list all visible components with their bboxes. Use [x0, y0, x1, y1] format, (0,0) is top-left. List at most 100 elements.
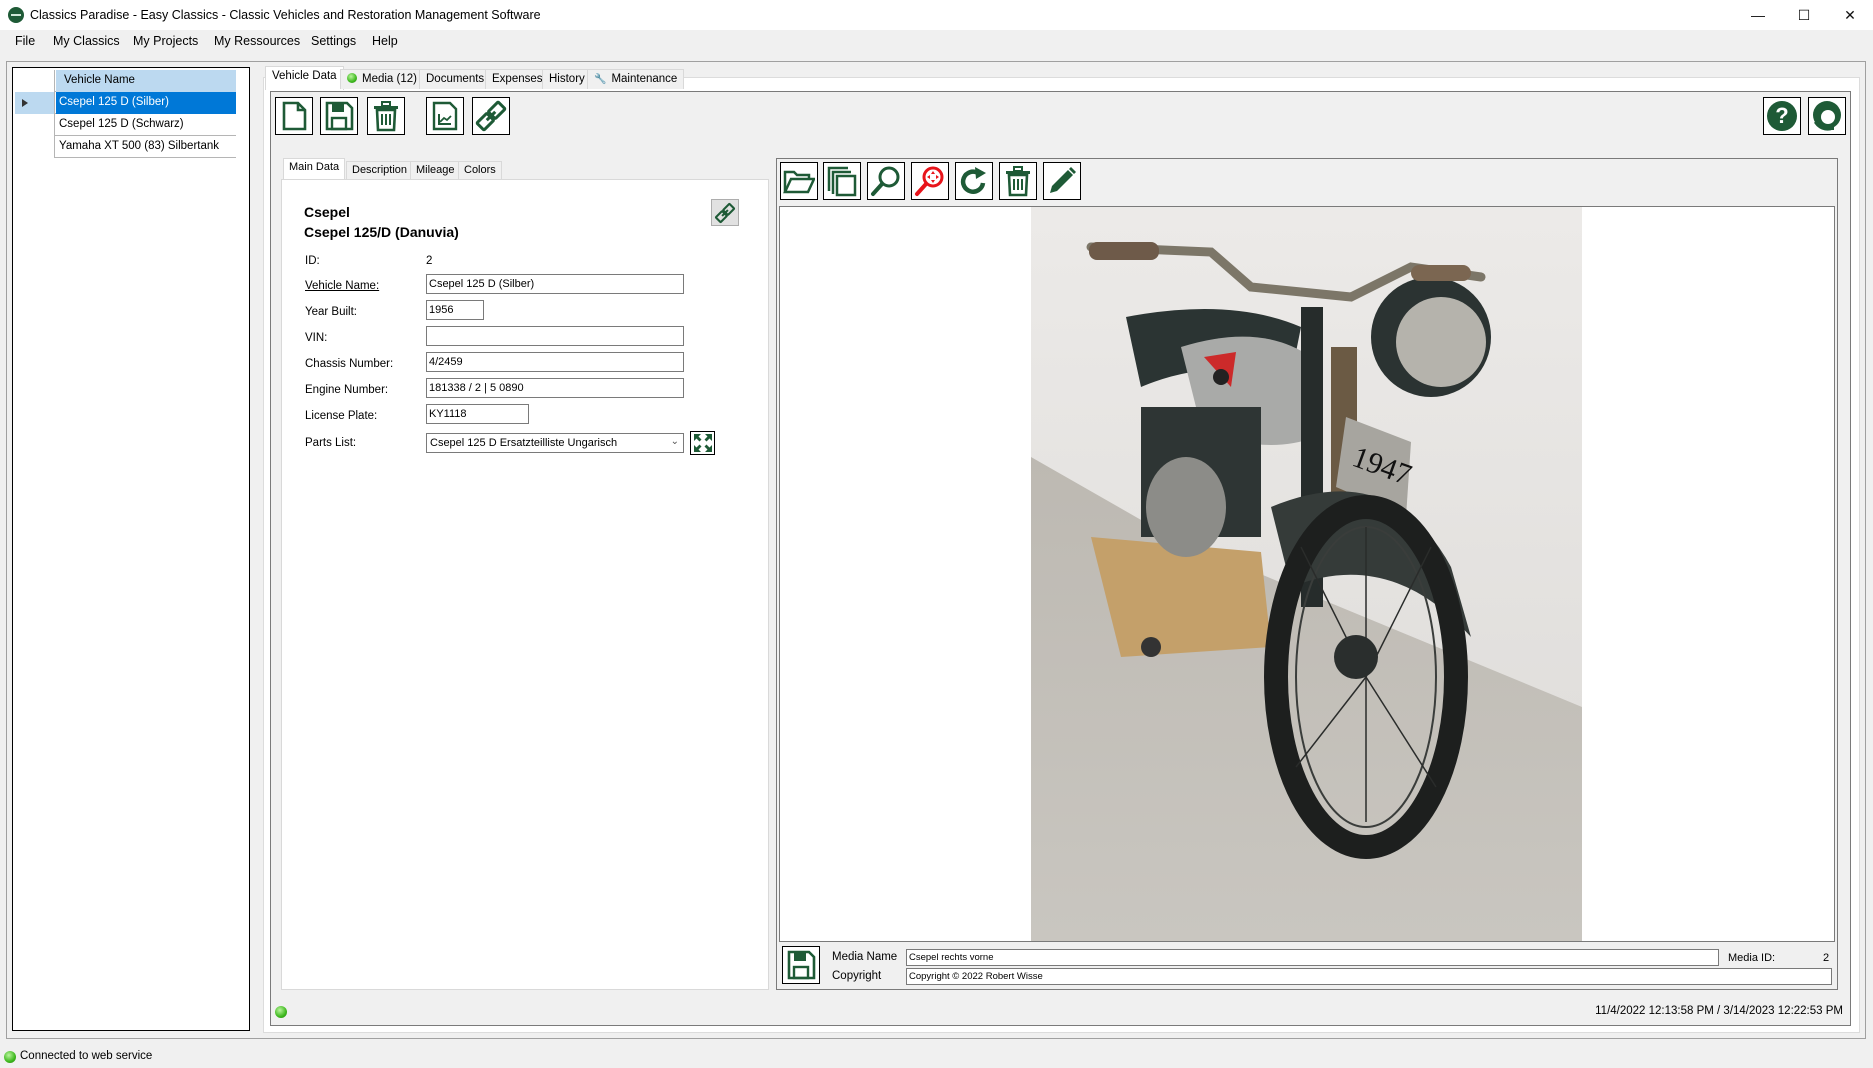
magnifier-icon — [871, 166, 900, 196]
motorcycle-photo: 1947 — [1031, 207, 1582, 941]
media-id-label: Media ID: — [1728, 952, 1776, 964]
row-header-corner — [15, 70, 55, 92]
id-label: ID: — [305, 255, 320, 267]
link-button[interactable] — [472, 97, 510, 135]
copyright-input[interactable] — [906, 968, 1832, 985]
close-button[interactable]: ✕ — [1827, 0, 1873, 30]
help-icon: ? — [1767, 101, 1797, 131]
subtab-description[interactable]: Description — [346, 161, 414, 179]
green-status-dot-icon — [347, 73, 357, 83]
tab-media[interactable]: Media (12) — [340, 69, 424, 89]
vehicle-name-cell[interactable]: Yamaha XT 500 (83) Silbertank — [56, 136, 236, 158]
row-header[interactable] — [15, 136, 55, 158]
vehicle-list-panel — [12, 67, 250, 1031]
rotate-icon — [960, 167, 986, 194]
chassis-number-input[interactable] — [426, 352, 684, 372]
tab-label: Vehicle Data — [272, 70, 337, 82]
delete-button[interactable] — [367, 97, 405, 135]
trash-icon — [1006, 166, 1030, 197]
license-plate-input[interactable] — [426, 404, 529, 424]
grid-header-row: Vehicle Name — [15, 70, 236, 92]
save-button[interactable] — [320, 97, 358, 135]
edit-media-button[interactable] — [1043, 162, 1081, 200]
zoom-button[interactable] — [867, 162, 905, 200]
chain-link-icon — [475, 100, 507, 132]
tab-label: Media (12) — [362, 73, 417, 85]
tab-vehicle-data[interactable]: Vehicle Data — [265, 66, 344, 90]
title-bar: Classics Paradise - Easy Classics - Clas… — [0, 0, 1873, 30]
save-media-button[interactable] — [782, 946, 820, 984]
menu-settings[interactable]: Settings — [311, 34, 356, 48]
copy-media-button[interactable] — [823, 162, 861, 200]
vehicle-name-cell[interactable]: Csepel 125 D (Silber) — [56, 92, 236, 114]
menu-my-projects[interactable]: My Projects — [133, 34, 198, 48]
vehicle-name-input[interactable] — [426, 274, 684, 294]
media-id-value: 2 — [1823, 952, 1830, 964]
app-logo-icon — [8, 7, 24, 23]
vin-input[interactable] — [426, 326, 684, 346]
vehicle-name-label[interactable]: Vehicle Name: — [305, 280, 379, 292]
help-button[interactable]: ? — [1763, 97, 1801, 135]
save-icon — [787, 950, 816, 980]
minimize-button[interactable]: — — [1735, 0, 1781, 30]
tab-label: Maintenance — [611, 73, 678, 85]
open-folder-icon — [783, 170, 815, 194]
year-built-input[interactable] — [426, 300, 484, 320]
tab-expenses[interactable]: Expenses — [485, 69, 550, 89]
connection-status-dot-icon — [4, 1051, 16, 1063]
new-button[interactable] — [275, 97, 313, 135]
tab-history[interactable]: History — [542, 69, 592, 89]
menu-bar: File My Classics My Projects My Ressourc… — [0, 30, 1873, 54]
report-chart-icon — [432, 101, 458, 131]
table-row[interactable]: Csepel 125 D (Schwarz) — [15, 114, 236, 136]
subtab-main-data[interactable]: Main Data — [283, 158, 346, 180]
edit-pencil-icon — [1050, 167, 1076, 193]
menu-help[interactable]: Help — [372, 34, 398, 48]
rotate-button[interactable] — [955, 162, 993, 200]
delete-media-button[interactable] — [999, 162, 1037, 200]
id-value: 2 — [426, 255, 433, 267]
table-row[interactable]: Yamaha XT 500 (83) Silbertank — [15, 136, 236, 158]
row-header[interactable] — [15, 114, 55, 136]
engine-number-input[interactable] — [426, 378, 684, 398]
open-parts-list-button[interactable] — [690, 431, 715, 455]
subtab-label: Colors — [464, 164, 496, 176]
tab-documents[interactable]: Documents — [419, 69, 492, 89]
report-button[interactable] — [426, 97, 464, 135]
subtab-colors[interactable]: Colors — [458, 161, 502, 179]
open-media-button[interactable] — [780, 162, 818, 200]
model-link-button[interactable] — [711, 199, 739, 226]
svg-text:?: ? — [1775, 103, 1788, 128]
copyright-label: Copyright — [832, 970, 882, 982]
vin-label: VIN: — [305, 332, 328, 344]
tab-maintenance[interactable]: 🔧 Maintenance — [587, 69, 685, 89]
new-document-icon — [282, 101, 307, 131]
expand-fullscreen-icon — [693, 434, 712, 452]
license-plate-label: License Plate: — [305, 410, 378, 422]
vehicle-model: Csepel 125/D (Danuvia) — [304, 224, 459, 240]
parts-list-dropdown[interactable]: Csepel 125 D Ersatzteilliste Ungarisch ⌄ — [426, 433, 684, 453]
support-button[interactable] — [1808, 97, 1846, 135]
trash-icon — [374, 101, 398, 132]
photo-illustration: 1947 — [1031, 207, 1582, 941]
zoom-fit-icon — [915, 166, 944, 196]
chassis-number-label: Chassis Number: — [305, 358, 394, 370]
menu-file[interactable]: File — [15, 34, 35, 48]
connection-status-text: Connected to web service — [20, 1050, 153, 1062]
media-name-input[interactable] — [906, 949, 1719, 966]
subtab-mileage[interactable]: Mileage — [410, 161, 461, 179]
parts-list-value: Csepel 125 D Ersatzteilliste Ungarisch — [430, 437, 618, 449]
row-header[interactable] — [15, 92, 55, 114]
subtab-label: Mileage — [416, 164, 455, 176]
table-row[interactable]: Csepel 125 D (Silber) — [15, 92, 236, 114]
column-header-vehicle-name[interactable]: Vehicle Name — [56, 70, 236, 92]
maximize-button[interactable]: ☐ — [1781, 0, 1827, 30]
status-bar: Connected to web service — [0, 1046, 1873, 1068]
menu-my-ressources[interactable]: My Ressources — [214, 34, 300, 48]
zoom-fit-button[interactable] — [911, 162, 949, 200]
record-status-strip: 11/4/2022 12:13:58 PM / 3/14/2023 12:22:… — [272, 998, 1850, 1024]
menu-my-classics[interactable]: My Classics — [53, 34, 120, 48]
vehicle-make: Csepel — [304, 204, 350, 220]
main-data-panel — [281, 179, 769, 990]
vehicle-name-cell[interactable]: Csepel 125 D (Schwarz) — [56, 114, 236, 136]
